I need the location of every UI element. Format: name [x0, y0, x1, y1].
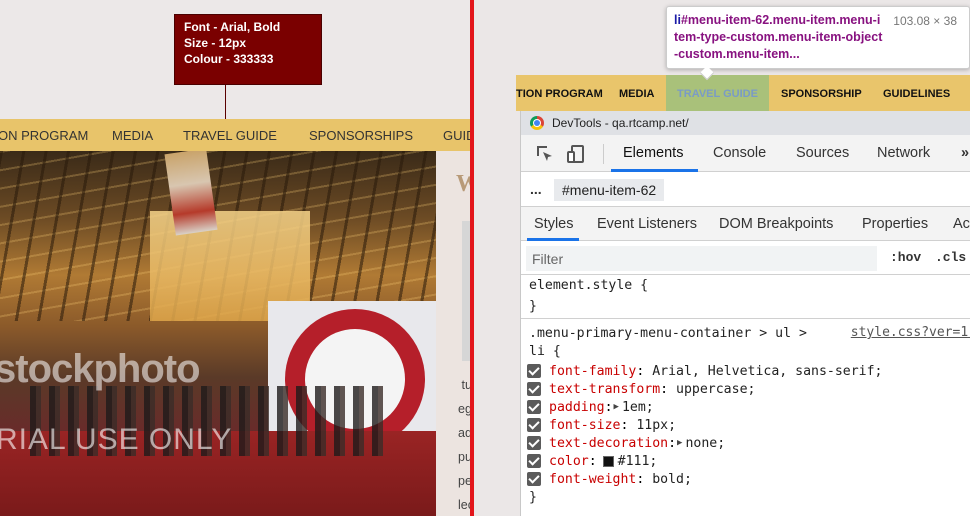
- css-declaration[interactable]: font-weight: bold;: [527, 470, 692, 488]
- expand-triangle-icon[interactable]: ▶: [677, 438, 682, 448]
- element-style-open[interactable]: element.style {: [529, 277, 648, 295]
- devtools-titlebar: DevTools - qa.rtcamp.net/: [521, 111, 970, 135]
- declaration-checkbox[interactable]: [527, 436, 541, 450]
- active-tab-indicator: [611, 169, 698, 172]
- dom-breadcrumb: ... #menu-item-62: [521, 173, 970, 207]
- tab-sources[interactable]: Sources: [796, 145, 849, 161]
- chrome-icon: [530, 116, 544, 130]
- design-mockup: Font - Arial, Bold Size - 12px Colour - …: [0, 0, 470, 516]
- live-nav-item[interactable]: TION PROGRAM: [516, 88, 603, 100]
- devtools-window: DevTools - qa.rtcamp.net/ Elements Conso…: [520, 111, 970, 516]
- css-declaration[interactable]: text-decoration: ▶ none;: [527, 434, 725, 452]
- rule-selector-tail[interactable]: li {: [529, 343, 561, 361]
- hover-state-toggle[interactable]: :hov: [890, 250, 921, 265]
- toolbar-separator: [603, 144, 604, 164]
- subtab-event-listeners[interactable]: Event Listeners: [597, 216, 697, 232]
- declaration-checkbox[interactable]: [527, 400, 541, 414]
- welcome-heading: Welco: [456, 171, 470, 197]
- mockup-sidebar: Welco turpis auegestas cadipiscingpulvin…: [436, 151, 470, 516]
- annotation-size: Size - 12px: [184, 36, 247, 50]
- breadcrumb-node[interactable]: #menu-item-62: [554, 179, 665, 201]
- tooltip-selector: li#menu-item-62.menu-item.menu-item-type…: [674, 13, 883, 61]
- stylesheet-source-link[interactable]: style.css?ver=1:: [851, 325, 970, 340]
- annotation-pointer-line: [225, 85, 226, 119]
- subtab-properties[interactable]: Properties: [862, 216, 928, 232]
- avatar-placeholder: [462, 221, 470, 361]
- css-declaration[interactable]: font-size: 11px;: [527, 416, 676, 434]
- mockup-nav-item[interactable]: MEDIA: [112, 128, 153, 143]
- tab-console[interactable]: Console: [713, 145, 766, 161]
- subtab-accessibility[interactable]: Ac: [953, 216, 970, 232]
- css-declaration[interactable]: color: #111;: [527, 452, 657, 470]
- declaration-checkbox[interactable]: [527, 454, 541, 468]
- subtab-styles[interactable]: Styles: [534, 216, 574, 232]
- declaration-checkbox[interactable]: [527, 382, 541, 396]
- declaration-checkbox[interactable]: [527, 364, 541, 378]
- class-toggle[interactable]: .cls: [935, 250, 966, 265]
- css-declaration[interactable]: padding: ▶ 1em;: [527, 398, 654, 416]
- active-subtab-indicator: [527, 238, 579, 241]
- element-inspect-tooltip: li#menu-item-62.menu-item.menu-item-type…: [666, 6, 970, 69]
- devtools-tabbar: Elements Console Sources Network »: [521, 135, 970, 172]
- hero-image: stockphoto RIAL USE ONLY: [0, 151, 436, 516]
- mockup-nav-item[interactable]: ON PROGRAM: [0, 128, 88, 143]
- live-nav-bar: TION PROGRAM MEDIA TRAVEL GUIDE SPONSORS…: [516, 75, 970, 111]
- css-declaration[interactable]: text-transform: uppercase;: [527, 380, 755, 398]
- styles-filter-input[interactable]: [526, 246, 877, 271]
- live-nav-item[interactable]: GUIDELINES: [883, 88, 950, 100]
- rule-separator: [521, 318, 970, 319]
- css-declaration[interactable]: font-family: Arial, Helvetica, sans-seri…: [527, 362, 882, 380]
- device-toolbar-icon[interactable]: [566, 144, 586, 164]
- live-site: TION PROGRAM MEDIA TRAVEL GUIDE SPONSORS…: [474, 0, 970, 516]
- body-paragraph: turpis auegestas cadipiscingpulvinar npe…: [458, 378, 470, 512]
- inspect-element-icon[interactable]: [535, 144, 555, 164]
- watermark-text: stockphoto: [0, 347, 201, 391]
- mockup-nav-item[interactable]: GUIDELINES: [443, 128, 470, 143]
- more-tabs-icon[interactable]: »: [961, 145, 969, 161]
- tab-elements[interactable]: Elements: [623, 145, 683, 161]
- styles-filter-row: :hov .cls: [521, 242, 970, 275]
- declaration-checkbox[interactable]: [527, 472, 541, 486]
- live-nav-item[interactable]: SPONSORSHIP: [781, 88, 862, 100]
- live-nav-item-label: TRAVEL GUIDE: [677, 88, 758, 100]
- mockup-nav-item[interactable]: SPONSORSHIPS: [309, 128, 413, 143]
- color-swatch[interactable]: [602, 455, 614, 467]
- live-nav-item-highlighted[interactable]: TRAVEL GUIDE: [666, 75, 769, 111]
- rule-selector[interactable]: .menu-primary-menu-container > ul >: [529, 325, 807, 343]
- styles-subtabbar: Styles Event Listeners DOM Breakpoints P…: [521, 207, 970, 241]
- annotation-colour: Colour - 333333: [184, 52, 274, 66]
- mockup-nav-item[interactable]: TRAVEL GUIDE: [183, 128, 277, 143]
- expand-triangle-icon[interactable]: ▶: [614, 402, 619, 412]
- font-annotation-box: Font - Arial, Bold Size - 12px Colour - …: [174, 14, 322, 85]
- breadcrumb-ellipsis[interactable]: ...: [530, 181, 542, 197]
- subtab-dom-breakpoints[interactable]: DOM Breakpoints: [719, 216, 833, 232]
- element-style-close: }: [529, 299, 537, 314]
- watermark-text: RIAL USE ONLY: [0, 423, 233, 456]
- tooltip-dimensions: 103.08 × 38: [893, 14, 957, 28]
- tab-network[interactable]: Network: [877, 145, 930, 161]
- declaration-checkbox[interactable]: [527, 418, 541, 432]
- rule-close: }: [529, 490, 537, 505]
- annotation-font: Font - Arial, Bold: [184, 20, 281, 34]
- devtools-title: DevTools - qa.rtcamp.net/: [552, 116, 689, 130]
- live-nav-item[interactable]: MEDIA: [619, 88, 654, 100]
- mockup-nav-bar: ON PROGRAM MEDIA TRAVEL GUIDE SPONSORSHI…: [0, 119, 470, 151]
